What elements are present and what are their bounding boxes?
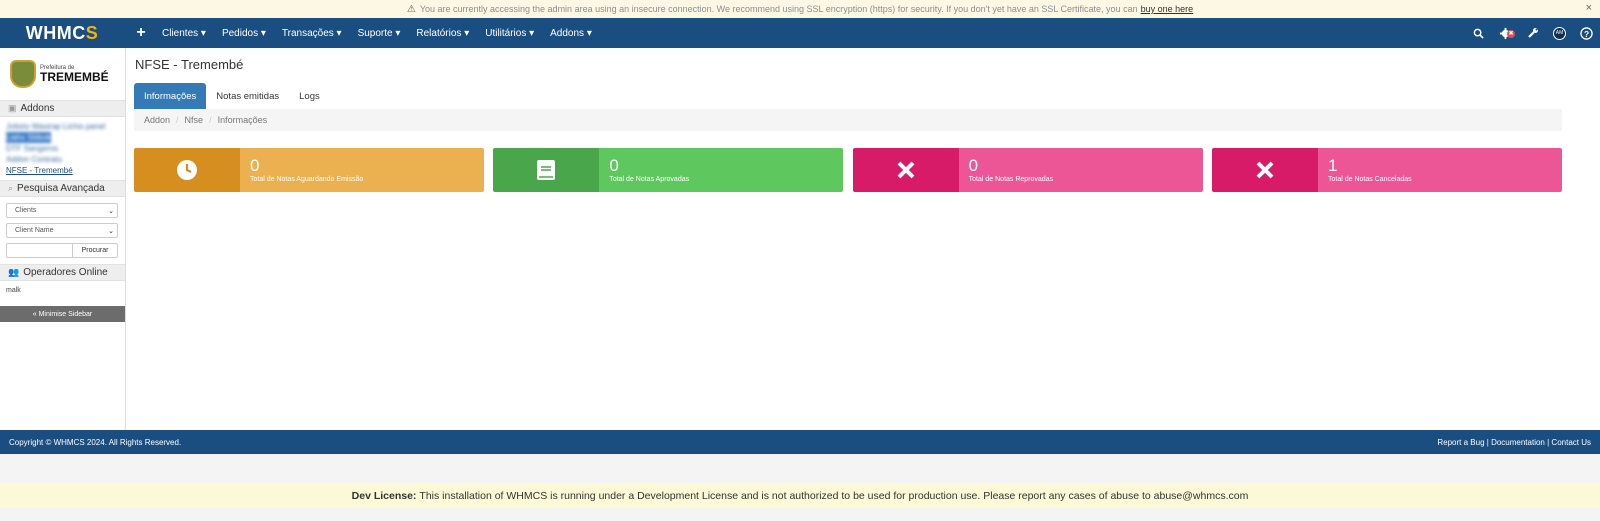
addon-link[interactable]: Jobsto Wasirap Lichis panel [6,121,119,132]
search-field-select[interactable]: Client Name ⌄ [6,223,118,238]
tabs: Informações Notas emitidas Logs [134,83,330,109]
tab-logs[interactable]: Logs [289,83,330,109]
search-input[interactable] [6,243,73,258]
breadcrumb-addon[interactable]: Addon [144,115,170,125]
gears-icon[interactable]: ✖ [1492,27,1519,40]
crest-icon [10,60,36,88]
minimise-sidebar-button[interactable]: « Minimise Sidebar [0,306,125,322]
notification-badge: ✖ [1507,29,1515,38]
online-section-header: 👥 Operadores Online [0,264,125,281]
stat-label: Total de Notas Aguardando Emissão [250,176,364,183]
search-section-header: ⌕ Pesquisa Avançada [0,180,125,197]
addon-link[interactable]: Addon Contratu [6,154,119,165]
menu-pedidos[interactable]: Pedidos ▾ [214,28,274,39]
search-field-value: Client Name [15,227,54,234]
dev-license-text: This installation of WHMCS is running un… [419,489,1249,502]
svg-text:?: ? [1584,28,1589,38]
menu-utilitarios[interactable]: Utilitários ▾ [477,28,542,39]
main-menu: Clientes ▾ Pedidos ▾ Transações ▾ Suport… [154,28,600,39]
main-content: NFSE - Tremembé Informações Notas emitid… [126,48,1600,430]
footer-links: Report a Bug | Documentation | Contact U… [1437,438,1591,447]
chevron-down-icon: ⌄ [108,207,114,215]
stat-card-rejected: 0 Total de Notas Reprovadas [852,148,1203,192]
stat-value: 0 [609,156,619,175]
help-icon[interactable]: ? [1573,26,1600,40]
search-title: Pesquisa Avançada [17,183,105,194]
search-type-select[interactable]: Clients ⌄ [6,203,118,218]
addon-link[interactable]: DTF Sangeros [6,143,119,154]
tenant-logo: Prefeitura de TREMEMBÉ [0,48,125,100]
close-icon[interactable]: × [1586,2,1592,14]
sidebar: Prefeitura de TREMEMBÉ ▣ Addons Jobsto W… [0,48,126,430]
menu-addons[interactable]: Addons ▾ [542,28,600,39]
cube-icon: ▣ [8,103,17,113]
addons-section-header: ▣ Addons [0,100,125,117]
stat-card-approved: 0 Total de Notas Aprovadas [493,148,844,192]
advanced-search-form: Clients ⌄ Client Name ⌄ Procurar [0,197,125,264]
stat-value: 0 [250,156,260,175]
copyright-text: Copyright © WHMCS 2024. All Rights Reser… [9,437,182,447]
tab-notas-emitidas[interactable]: Notas emitidas [206,83,289,109]
stat-card-pending: 0 Total de Notas Aguardando Emissão [134,148,484,192]
tab-informacoes[interactable]: Informações [134,83,207,109]
ssl-warning-text: You are currently accessing the admin ar… [419,4,1138,14]
breadcrumb: Addon / Nfse / Informações [134,109,1562,131]
stat-card-cancelled: 1 Total de Notas Canceladas [1211,148,1562,192]
stat-value: 0 [968,156,979,175]
logo-gear-s: S [85,22,99,43]
online-user: malk [6,287,21,294]
dev-license-bar: Dev License: This installation of WHMCS … [0,483,1600,508]
search-button[interactable]: Procurar [73,243,118,258]
warning-icon: ⚠ [406,3,416,15]
menu-relatorios[interactable]: Relatórios ▾ [408,28,477,39]
search-icon[interactable] [1465,28,1492,39]
stat-label: Total de Notas Aprovadas [609,176,690,183]
users-icon: 👥 [8,267,20,277]
menu-clientes[interactable]: Clientes ▾ [154,28,214,39]
logo-text: WHMC [25,22,86,43]
binoculars-icon: ⌕ [8,183,14,193]
addon-link-nfse[interactable]: NFSE - Tremembé [6,165,119,176]
addons-title: Addons [20,103,55,114]
nav-right-icons: ✖ AM ? [1465,18,1600,48]
stat-label: Total de Notas Reprovadas [968,176,1054,183]
search-type-value: Clients [15,207,37,214]
stat-label: Total de Notas Canceladas [1327,176,1412,183]
book-icon [493,148,600,192]
addon-links: Jobsto Wasirap Lichis panel Liahx Sliibo… [0,117,125,180]
buy-ssl-link[interactable]: buy one here [1141,4,1194,14]
wrench-icon[interactable] [1519,27,1546,39]
footer: Copyright © WHMCS 2024. All Rights Reser… [0,430,1600,454]
contact-us-link[interactable]: Contact Us [1551,438,1591,447]
footer-separator: | [1486,437,1489,447]
stat-cards: 0 Total de Notas Aguardando Emissão 0 To… [134,148,1562,192]
stat-value: 1 [1327,156,1338,175]
x-icon [1211,148,1318,192]
menu-transacoes[interactable]: Transações ▾ [274,28,350,39]
online-title: Operadores Online [23,267,108,278]
chevron-down-icon: ⌄ [108,227,114,235]
documentation-link[interactable]: Documentation [1491,438,1545,447]
page-title: NFSE - Tremembé [135,57,244,72]
avatar-initials: AM [1553,26,1566,40]
report-bug-link[interactable]: Report a Bug [1437,438,1484,447]
breadcrumb-current: Informações [217,115,268,125]
footer-separator: | [1547,437,1550,447]
addon-link[interactable]: Liahx Sliibok [6,132,51,143]
top-navbar: WHMC S + Clientes ▾ Pedidos ▾ Transações … [0,18,1600,48]
whmcs-logo[interactable]: WHMC S [0,23,124,44]
add-new-icon[interactable]: + [128,24,154,42]
ssl-warning-bar: ⚠ You are currently accessing the admin … [0,0,1600,18]
menu-suporte[interactable]: Suporte ▾ [350,28,409,39]
brand-title: TREMEMBÉ [40,70,109,84]
user-avatar[interactable]: AM [1546,26,1573,40]
clock-icon [134,148,240,192]
x-icon [852,148,959,192]
breadcrumb-nfse[interactable]: Nfse [185,115,204,125]
dev-license-label: Dev License: [351,489,417,502]
